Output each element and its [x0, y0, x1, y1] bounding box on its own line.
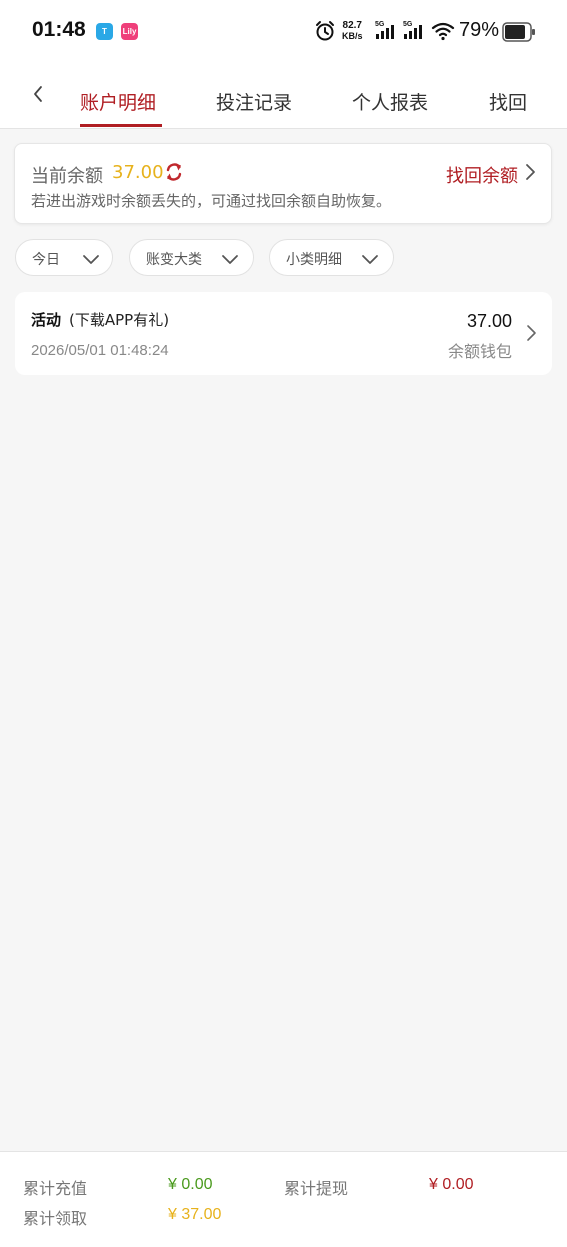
battery-icon: [502, 22, 536, 46]
app-notification-icon: Lily: [121, 23, 138, 40]
filter-category-label: 账变大类: [146, 252, 202, 268]
refresh-icon: [166, 163, 182, 181]
balance-value: 37.00: [112, 162, 164, 183]
record-amount: 37.00: [466, 311, 512, 331]
filter-subcategory-label: 小类明细: [286, 252, 342, 268]
record-time: 2026/05/01 01:48:24: [31, 342, 169, 359]
tab-recover[interactable]: 找回: [489, 88, 527, 115]
tab-header: 账户明细 投注记录 个人报表 找回: [0, 62, 567, 129]
tab-bet-records[interactable]: 投注记录: [216, 88, 292, 115]
alarm-icon: [314, 20, 336, 46]
list-item[interactable]: 活动 (下载APP有礼) 2026/05/01 01:48:24 37.00 余…: [15, 292, 552, 375]
back-icon: [34, 86, 42, 102]
app-notification-icon: T: [96, 23, 113, 40]
speed-value: 82.7: [342, 20, 362, 31]
signal-icon: 5G: [375, 19, 399, 45]
chevron-right-icon[interactable]: [523, 161, 539, 183]
status-time: 01:48: [32, 18, 86, 41]
record-title: 活动: [31, 311, 62, 329]
tab-account-details[interactable]: 账户明细: [80, 88, 156, 115]
withdraw-value: ¥ 0.00: [429, 1176, 474, 1193]
filter-date-label: 今日: [32, 252, 60, 268]
active-tab-indicator: [80, 124, 162, 127]
balance-hint: 若进出游戏时余额丢失的，可通过找回余额自助恢复。: [31, 192, 392, 210]
recover-balance-link[interactable]: 找回余额: [446, 162, 518, 188]
balance-card: 当前余额 37.00 找回余额 若进出游戏时余额丢失的，可通过找回余额自助恢复。: [14, 143, 552, 224]
refresh-button[interactable]: [164, 161, 184, 183]
battery-percent: 79%: [459, 19, 500, 41]
recharge-label: 累计充值: [23, 1179, 88, 1198]
chevron-down-icon: [221, 251, 239, 265]
filter-category[interactable]: 账变大类: [129, 239, 254, 276]
chevron-right-icon: [525, 322, 539, 344]
tab-personal-report[interactable]: 个人报表: [352, 88, 428, 115]
svg-text:5G: 5G: [375, 21, 385, 28]
claim-value: ¥ 37.00: [168, 1206, 222, 1223]
speed-unit: KB/s: [342, 31, 363, 41]
network-speed: 82.7 KB/s: [342, 20, 363, 42]
claim-label: 累计领取: [23, 1209, 88, 1228]
record-wallet: 余额钱包: [447, 342, 512, 361]
balance-label: 当前余额: [31, 166, 103, 187]
withdraw-label: 累计提现: [284, 1179, 349, 1198]
filter-date[interactable]: 今日: [15, 239, 113, 276]
signal-icon: 5G: [403, 19, 427, 45]
recharge-value: ¥ 0.00: [168, 1176, 213, 1193]
wifi-icon: [431, 21, 455, 45]
back-button[interactable]: [26, 82, 50, 106]
svg-text:5G: 5G: [403, 21, 413, 28]
record-subtitle: (下载APP有礼): [69, 311, 170, 329]
filter-subcategory[interactable]: 小类明细: [269, 239, 394, 276]
status-bar: 01:48 T Lily 82.7 KB/s 5G 5G 79%: [0, 0, 567, 62]
summary-footer: 累计充值 ¥ 0.00 累计提现 ¥ 0.00 累计领取 ¥ 37.00: [0, 1151, 567, 1247]
chevron-down-icon: [82, 251, 100, 265]
chevron-down-icon: [361, 251, 379, 265]
